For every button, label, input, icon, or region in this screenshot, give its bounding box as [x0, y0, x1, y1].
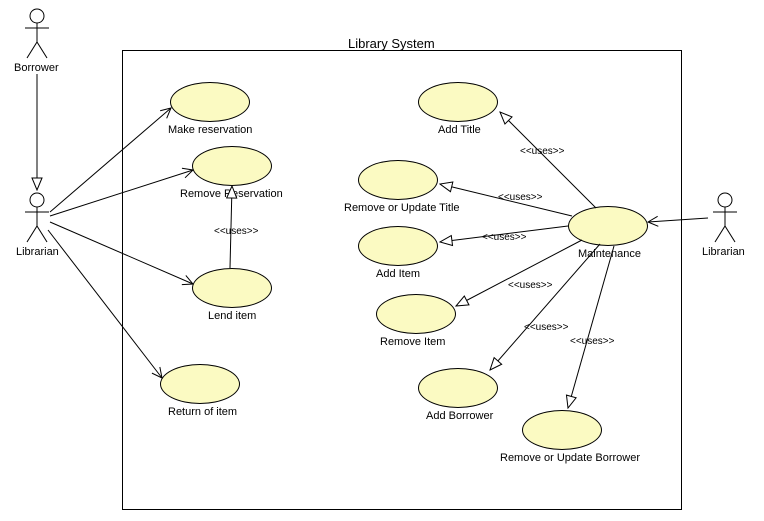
uses-label-maint-addborrower: <<uses>> [524, 322, 568, 333]
system-title: Library System [348, 36, 435, 51]
usecase-remove-reservation [192, 146, 272, 186]
usecase-return-item-label: Return of item [168, 406, 237, 418]
actor-borrower [22, 8, 52, 60]
usecase-make-reservation [170, 82, 250, 122]
actor-icon [710, 192, 740, 244]
usecase-remove-update-borrower [522, 410, 602, 450]
usecase-remove-item-label: Remove Item [380, 336, 445, 348]
usecase-maintenance-label: Maintenance [578, 248, 641, 260]
uses-label-maint-rub: <<uses>> [570, 336, 614, 347]
actor-librarian-right-label: Librarian [702, 246, 745, 258]
uses-label-maint-rut: <<uses>> [498, 192, 542, 203]
usecase-remove-update-borrower-label: Remove or Update Borrower [500, 452, 640, 464]
usecase-add-item-label: Add Item [376, 268, 420, 280]
actor-librarian-right [710, 192, 740, 244]
usecase-remove-update-title-label: Remove or Update Title [344, 202, 460, 214]
actor-librarian-left-label: Librarian [16, 246, 59, 258]
uses-label-maint-addtitle: <<uses>> [520, 146, 564, 157]
usecase-add-item [358, 226, 438, 266]
usecase-add-borrower [418, 368, 498, 408]
usecase-make-reservation-label: Make reservation [168, 124, 252, 136]
usecase-remove-item [376, 294, 456, 334]
actor-borrower-label: Borrower [14, 62, 59, 74]
diagram-canvas: Library System Borrower Librarian L [0, 0, 764, 521]
usecase-add-title-label: Add Title [438, 124, 481, 136]
usecase-lend-item-label: Lend item [208, 310, 256, 322]
uses-label-maint-removeitem: <<uses>> [508, 280, 552, 291]
usecase-return-item [160, 364, 240, 404]
actor-icon [22, 8, 52, 60]
actor-icon [22, 192, 52, 244]
usecase-add-borrower-label: Add Borrower [426, 410, 493, 422]
usecase-add-title [418, 82, 498, 122]
usecase-remove-reservation-label: Remove Reservation [180, 188, 283, 200]
uses-label-lend-remove: <<uses>> [214, 226, 258, 237]
actor-librarian-left [22, 192, 52, 244]
usecase-maintenance [568, 206, 648, 246]
usecase-remove-update-title [358, 160, 438, 200]
usecase-lend-item [192, 268, 272, 308]
uses-label-maint-additem: <<uses>> [482, 232, 526, 243]
